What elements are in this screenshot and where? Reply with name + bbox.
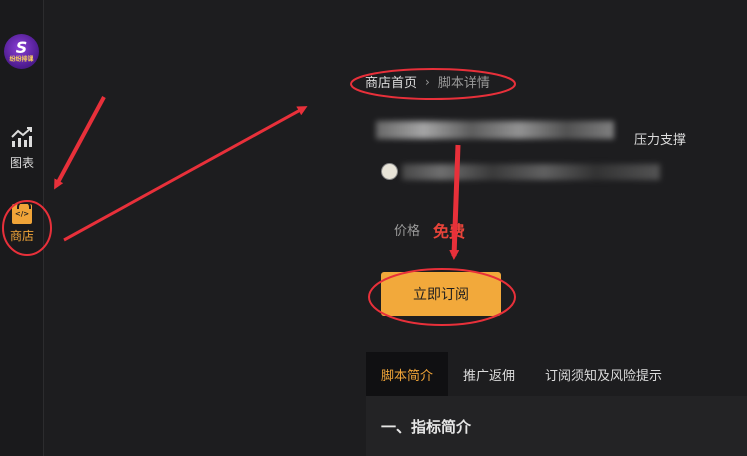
tab-script-intro[interactable]: 脚本简介 xyxy=(366,352,449,396)
script-name-redacted xyxy=(376,121,614,139)
sidebar-item-label: 商店 xyxy=(9,229,34,243)
logo-text: 纷纷排课 xyxy=(9,56,34,63)
sidebar-item-store[interactable]: </> 商店 xyxy=(0,201,44,244)
annotation-arrow xyxy=(63,106,308,242)
breadcrumb-current: 脚本详情 xyxy=(437,76,490,91)
price-value: 免费 xyxy=(433,222,466,241)
annotation-arrow xyxy=(54,96,106,190)
tab-subscription-notice[interactable]: 订阅须知及风险提示 xyxy=(530,352,677,396)
logo-glyph: S xyxy=(15,38,28,57)
price-label: 价格 xyxy=(394,224,421,239)
sidebar-item-label: 图表 xyxy=(9,156,34,170)
author-name-redacted xyxy=(402,164,660,180)
chevron-right-icon: › xyxy=(425,74,430,89)
script-name-suffix: 压力支撑 xyxy=(634,133,687,148)
detail-tabs: 脚本简介 推广返佣 订阅须知及风险提示 xyxy=(366,352,677,396)
section-title: 一、指标简介 xyxy=(381,418,472,436)
breadcrumb-home-link[interactable]: 商店首页 xyxy=(365,72,417,91)
tab-referral[interactable]: 推广返佣 xyxy=(448,352,530,396)
author-avatar xyxy=(381,163,398,180)
store-bag-icon: </> xyxy=(12,201,32,224)
bar-chart-icon xyxy=(11,127,32,147)
app-logo[interactable]: S 纷纷排课 xyxy=(4,34,39,69)
breadcrumb: 商店首页 › 脚本详情 xyxy=(365,72,490,92)
sidebar: S 纷纷排课 图表 </> 商店 xyxy=(0,0,44,456)
sidebar-item-chart[interactable]: 图表 xyxy=(0,126,44,171)
subscribe-button[interactable]: 立即订阅 xyxy=(381,272,501,316)
